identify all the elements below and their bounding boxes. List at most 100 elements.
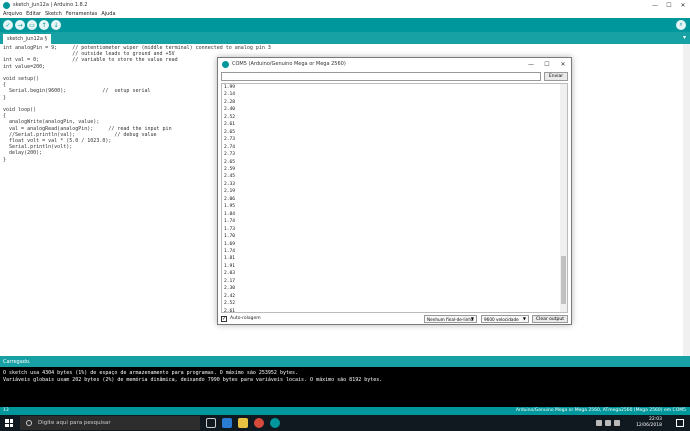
tab-sketch[interactable]: sketch_jun12a § <box>3 34 52 44</box>
console-output: O sketch usa 4304 bytes (1%) de espaço d… <box>0 367 690 407</box>
serial-line: 1.74 <box>224 219 236 225</box>
code-line: //Serial.println(val); // debug value <box>3 131 157 138</box>
chrome-icon[interactable] <box>254 418 264 428</box>
verify-button[interactable]: ✓ <box>3 20 13 30</box>
search-placeholder: Digite aqui para pesquisar <box>38 420 111 426</box>
code-line: Serial.println(volt); <box>3 144 73 151</box>
save-button[interactable]: ↓ <box>51 20 61 30</box>
serial-close-button[interactable]: ✕ <box>555 58 571 70</box>
code-line: { <box>3 113 7 120</box>
tab-menu-button[interactable]: ▾ <box>683 34 686 41</box>
tab-row: sketch_jun12a § ▾ <box>0 32 690 44</box>
arduino-taskbar-icon[interactable] <box>270 418 280 428</box>
serial-line: 2.40 <box>224 107 236 113</box>
serial-monitor-title: COM5 (Arduino/Genuino Mega or Mega 2560) <box>232 61 346 67</box>
serial-maximize-button[interactable]: ☐ <box>539 58 555 70</box>
serial-line: 2.61 <box>224 308 236 313</box>
search-icon <box>26 420 32 426</box>
notification-icon[interactable] <box>676 419 684 427</box>
console-line: O sketch usa 4304 bytes (1%) de espaço d… <box>3 370 299 376</box>
clear-output-button[interactable]: Clear output <box>532 315 568 323</box>
new-button[interactable]: ▭ <box>27 20 37 30</box>
serial-line: 1.99 <box>224 85 236 90</box>
serial-window-controls: — ☐ ✕ <box>523 58 571 70</box>
code-line: float volt = val * (5.0 / 1023.0); <box>3 138 112 145</box>
serial-scroll-thumb[interactable] <box>561 256 566 304</box>
upload-button[interactable]: → <box>15 20 25 30</box>
window-title: sketch_jun12a | Arduino 1.8.2 <box>13 2 88 8</box>
serial-send-input[interactable] <box>221 72 541 81</box>
serial-line: 1.73 <box>224 226 236 232</box>
maximize-button[interactable]: ☐ <box>662 0 676 10</box>
system-tray-icons <box>593 420 620 426</box>
console-line: Variáveis globais usam 202 bytes (2%) de… <box>3 377 383 383</box>
menu-bar: Arquivo Editar Sketch Ferramentas Ajuda <box>0 10 690 18</box>
baud-rate-value: 9600 velocidade <box>484 316 519 322</box>
toolbar: ✓ → ▭ ↑ ↓ ⌕ <box>0 18 690 32</box>
keyboard-icon[interactable] <box>614 420 620 426</box>
chevron-down-icon: ▼ <box>470 316 474 321</box>
editor-scrollbar[interactable] <box>683 44 690 356</box>
code-line: } <box>3 156 7 163</box>
clock[interactable]: 22:03 12/06/2018 <box>636 417 662 429</box>
serial-line: 1.91 <box>224 263 236 269</box>
autoscroll-label: Auto-rolagem <box>230 316 261 321</box>
serial-bottom-bar: ✓ Auto-rolagem Nenhum final-de-linha ▼ 9… <box>221 315 568 324</box>
serial-line: 1.69 <box>224 241 236 247</box>
serial-line: 2.74 <box>224 144 236 150</box>
serial-line: 2.52 <box>224 301 236 307</box>
minimize-button[interactable]: — <box>648 0 662 10</box>
line-ending-value: Nenhum final-de-linha <box>427 316 474 322</box>
baud-rate-select[interactable]: 9600 velocidade ▼ <box>481 315 529 323</box>
menu-ajuda[interactable]: Ajuda <box>101 11 115 17</box>
chevron-down-icon: ▼ <box>522 316 526 321</box>
windows-start-icon[interactable] <box>5 419 13 427</box>
code-line: // outside leads to ground and +5V <box>3 51 175 58</box>
serial-line: 1.95 <box>224 204 236 210</box>
volume-icon[interactable] <box>605 420 611 426</box>
close-button[interactable]: ✕ <box>676 0 690 10</box>
serial-minimize-button[interactable]: — <box>523 58 539 70</box>
serial-line: 2.45 <box>224 174 236 180</box>
menu-sketch[interactable]: Sketch <box>45 11 62 17</box>
serial-monitor-button[interactable]: ⌕ <box>676 20 686 30</box>
send-button[interactable]: Enviar <box>544 72 568 81</box>
code-line: void setup() <box>3 76 40 83</box>
serial-line: 2.73 <box>224 137 236 143</box>
code-line: analogWrite(analogPin, value); <box>3 119 100 126</box>
serial-output: 1.99 2.14 2.28 2.40 2.52 2.61 2.65 2.73 2.74 2.73… <box>221 83 568 313</box>
code-line: delay(200); <box>3 150 43 157</box>
clock-date: 12/06/2018 <box>636 423 662 428</box>
menu-arquivo[interactable]: Arquivo <box>3 11 22 17</box>
code-line: } <box>3 94 7 101</box>
serial-line: 2.65 <box>224 129 236 135</box>
serial-monitor-titlebar: COM5 (Arduino/Genuino Mega or Mega 2560)… <box>218 58 571 70</box>
serial-line: 1.81 <box>224 256 236 262</box>
serial-line: 2.52 <box>224 114 236 120</box>
open-button[interactable]: ↑ <box>39 20 49 30</box>
arduino-logo-icon <box>222 60 229 68</box>
network-icon[interactable] <box>596 420 602 426</box>
serial-line: 2.33 <box>224 181 236 187</box>
serial-line: 2.65 <box>224 159 236 165</box>
line-number: 13 <box>3 408 9 413</box>
code-line: val = analogRead(analogPin); // read the… <box>3 125 172 132</box>
edge-browser-icon[interactable] <box>222 418 232 428</box>
serial-input-row: Enviar <box>221 72 568 81</box>
serial-line: 2.59 <box>224 166 236 172</box>
serial-line: 1.74 <box>224 248 236 254</box>
window-controls: — ☐ ✕ <box>648 0 690 10</box>
taskbar-search-box[interactable]: Digite aqui para pesquisar <box>20 416 200 430</box>
autoscroll-checkbox[interactable]: ✓ <box>221 316 227 322</box>
menu-ferramentas[interactable]: Ferramentas <box>66 11 98 17</box>
serial-line: 2.28 <box>224 99 236 105</box>
arduino-logo-icon <box>3 1 10 9</box>
menu-editar[interactable]: Editar <box>26 11 41 17</box>
line-ending-select[interactable]: Nenhum final-de-linha ▼ <box>424 315 477 323</box>
code-line: { <box>3 82 7 89</box>
code-line: int analogPin = 9; // potentiometer wipe… <box>3 45 271 51</box>
task-view-icon[interactable] <box>206 418 216 428</box>
file-explorer-icon[interactable] <box>238 418 248 428</box>
code-line: int value=200; <box>3 63 46 70</box>
serial-scrollbar[interactable] <box>560 84 567 312</box>
